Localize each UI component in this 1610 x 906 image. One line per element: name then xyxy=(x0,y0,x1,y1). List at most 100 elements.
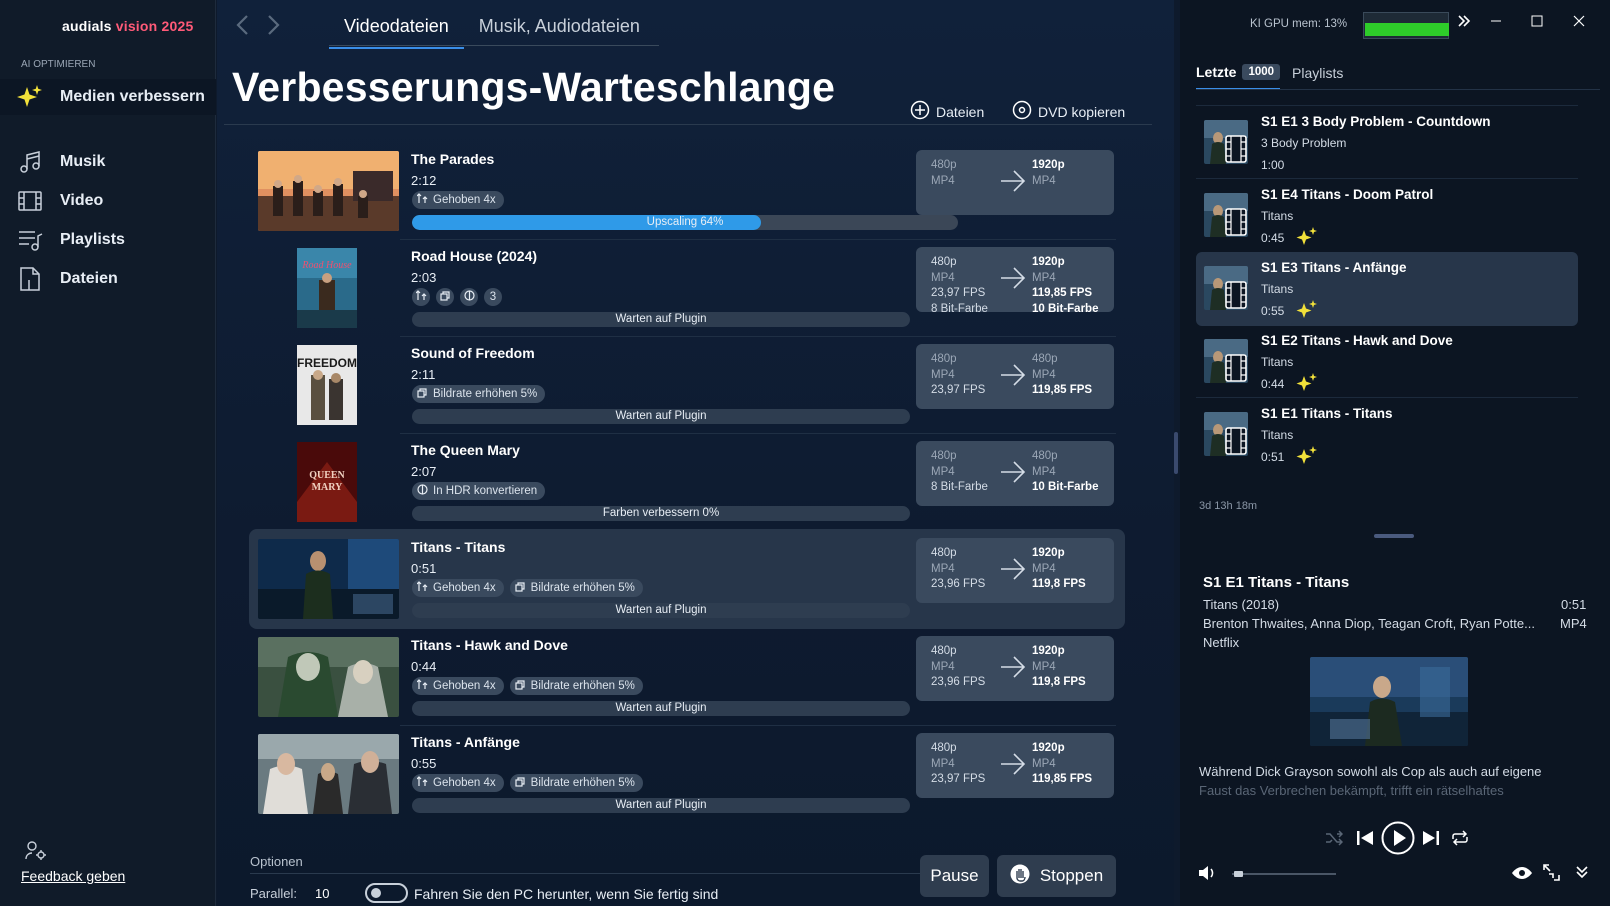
tab-letzte-label: Letzte xyxy=(1196,64,1237,80)
enhancement-chips: Gehoben 4x Bildrate erhöhen 5% xyxy=(412,677,643,695)
history-divider xyxy=(1196,105,1578,106)
conversion-card[interactable]: 480p MP4 23,97 FPS 480p MP4 119,85 FPS xyxy=(916,344,1114,409)
queue-row[interactable]: QUEEN MARY The Queen Mary 2:07 In HDR konver… xyxy=(249,432,1124,532)
video-duration: 0:51 xyxy=(411,561,437,576)
copy-dvd-button[interactable]: DVD kopieren xyxy=(1012,100,1125,123)
sidebar-item-playlists[interactable]: Playlists xyxy=(0,223,216,257)
status-text: Warten auf Plugin xyxy=(615,799,707,811)
maximize-icon[interactable] xyxy=(1531,14,1543,32)
history-item[interactable]: S1 E2 Titans - Hawk and Dove Titans 0:44 xyxy=(1196,325,1578,399)
repeat-icon[interactable] xyxy=(1450,830,1470,851)
sidebar-item-musik[interactable]: Musik xyxy=(0,145,216,179)
feedback-link[interactable]: Feedback geben xyxy=(21,868,125,884)
history-item[interactable]: S1 E4 Titans - Doom Patrol Titans 0:45 xyxy=(1196,179,1578,253)
tab-letzte[interactable]: Letzte 1000 xyxy=(1196,64,1281,90)
pause-button[interactable]: Pause xyxy=(920,855,989,897)
queue-row[interactable]: Road House Road House (2024) 2:03 3 Warten a… xyxy=(249,238,1124,338)
enhancement-chip[interactable]: Gehoben 4x xyxy=(412,774,504,792)
more-count-chip[interactable]: 3 xyxy=(484,288,502,306)
status-text: Upscaling 64% xyxy=(646,216,724,228)
enhancement-chip[interactable]: Bildrate erhöhen 5% xyxy=(509,677,643,695)
stop-label: Stoppen xyxy=(1039,866,1104,885)
history-item[interactable]: S1 E3 Titans - Anfänge Titans 0:55 xyxy=(1196,252,1578,326)
enhancement-chip[interactable]: Gehoben 4x xyxy=(412,579,504,597)
detail-format: MP4 xyxy=(1560,616,1587,631)
conversion-card[interactable]: 480p MP4 23,97 FPS 1920p MP4 119,85 FPS xyxy=(916,733,1114,798)
framerate-chip[interactable] xyxy=(436,288,454,306)
enhancement-chip[interactable]: Gehoben 4x xyxy=(412,677,504,695)
video-thumbnail xyxy=(258,539,399,619)
source-spec: 480p xyxy=(931,742,957,754)
volume-slider[interactable] xyxy=(1232,871,1336,877)
forward-arrow-icon[interactable] xyxy=(267,14,281,41)
close-icon[interactable] xyxy=(1573,14,1585,32)
hdr-chip[interactable] xyxy=(460,288,478,306)
sidebar-item-label: Medien verbessern xyxy=(60,88,205,105)
tab-videodateien[interactable]: Videodateien xyxy=(329,12,464,49)
detail-series-year: Titans (2018) xyxy=(1203,597,1280,612)
source-format: 480p MP4 23,97 FPS 8 Bit-Farbe xyxy=(931,255,988,317)
enhancement-chip[interactable]: Bildrate erhöhen 5% xyxy=(509,579,643,597)
framerate-icon xyxy=(417,387,428,401)
source-spec: 8 Bit-Farbe xyxy=(931,302,988,315)
next-icon[interactable] xyxy=(1422,829,1440,852)
queue-row[interactable]: The Parades 2:12 Gehoben 4x Upscaling 64% 48… xyxy=(249,141,1124,241)
parallel-value[interactable]: 10 xyxy=(315,886,329,901)
queue-row[interactable]: FREEDOM Sound of Freedom 2:11 Bildrate erhö… xyxy=(249,335,1124,435)
tab-playlists[interactable]: Playlists xyxy=(1292,64,1343,90)
eye-icon[interactable] xyxy=(1511,866,1533,885)
options-divider xyxy=(250,873,924,874)
expand-panel-icon[interactable] xyxy=(1457,14,1471,32)
enhancement-chips: Gehoben 4x xyxy=(412,191,504,209)
enhancement-chip[interactable]: Bildrate erhöhen 5% xyxy=(412,385,546,403)
status-text: Farben verbessern 0% xyxy=(602,507,720,519)
history-item[interactable]: S1 E1 3 Body Problem - Countdown 3 Body P… xyxy=(1196,106,1578,180)
conversion-card[interactable]: 480p MP4 23,96 FPS 1920p MP4 119,8 FPS xyxy=(916,636,1114,701)
page-title: Verbesserungs-Warteschlange xyxy=(232,64,836,110)
sidebar-item-video[interactable]: Video xyxy=(0,184,216,218)
conversion-card[interactable]: 480p MP4 1920p MP4 xyxy=(916,150,1114,215)
fullscreen-icon[interactable] xyxy=(1543,864,1560,886)
sparkle-icon xyxy=(1296,300,1318,325)
play-icon[interactable] xyxy=(1381,821,1415,860)
panel-splitter[interactable] xyxy=(1174,432,1178,474)
history-item[interactable]: S1 E1 Titans - Titans Titans 0:51 xyxy=(1196,398,1578,472)
upscale-icon xyxy=(415,290,427,304)
queue-row[interactable]: Titans - Titans 0:51 Gehoben 4x Bildrate er… xyxy=(249,529,1125,629)
stop-button[interactable]: Stoppen xyxy=(997,855,1116,897)
shuffle-icon[interactable] xyxy=(1325,830,1344,851)
add-files-button[interactable]: Dateien xyxy=(910,100,984,123)
resize-handle[interactable] xyxy=(1374,534,1414,538)
back-arrow-icon[interactable] xyxy=(235,14,249,41)
volume-icon[interactable] xyxy=(1198,865,1216,886)
enhancement-chip[interactable]: In HDR konvertieren xyxy=(412,482,546,500)
history-series: Titans xyxy=(1261,282,1294,296)
conversion-card[interactable]: 480p MP4 8 Bit-Farbe 480p MP4 10 Bit-Farbe xyxy=(916,441,1114,506)
source-spec: 23,96 FPS xyxy=(931,578,986,590)
detail-cast: Brenton Thwaites, Anna Diop, Teagan Crof… xyxy=(1203,616,1535,631)
tab-musik-audiodateien[interactable]: Musik, Audiodateien xyxy=(464,12,655,49)
conversion-card[interactable]: 480p MP4 23,97 FPS 8 Bit-Farbe 1920p MP4 119,8… xyxy=(916,247,1114,315)
collapse-icon[interactable] xyxy=(1575,865,1589,884)
enhancement-chip[interactable]: Bildrate erhöhen 5% xyxy=(509,774,643,792)
status-text: Warten auf Plugin xyxy=(615,702,707,714)
upscale-chip[interactable] xyxy=(412,288,430,306)
source-format: 480p MP4 23,96 FPS xyxy=(931,644,985,691)
queue-row[interactable]: Titans - Anfänge 0:55 Gehoben 4x Bildrate e… xyxy=(249,724,1124,824)
count-badge: 1000 xyxy=(1242,64,1281,80)
volume-knob[interactable] xyxy=(1234,871,1244,877)
queue-row[interactable]: Titans - Hawk and Dove 0:44 Gehoben 4x Bild… xyxy=(249,627,1124,727)
conversion-card[interactable]: 480p MP4 23,96 FPS 1920p MP4 119,8 FPS xyxy=(916,538,1114,603)
shutdown-toggle[interactable] xyxy=(365,883,408,903)
sidebar-item-medien-verbessern[interactable]: Medien verbessern xyxy=(0,80,216,114)
toggle-knob xyxy=(371,888,381,898)
target-spec: 1920p xyxy=(1032,645,1065,657)
gpu-meter-fill xyxy=(1365,23,1449,36)
sidebar-item-dateien[interactable]: Dateien xyxy=(0,262,216,296)
previous-icon[interactable] xyxy=(1356,829,1374,852)
video-thumbnail xyxy=(1204,193,1248,237)
minimize-icon[interactable] xyxy=(1490,14,1502,32)
arrow-right-icon xyxy=(1000,267,1026,292)
enhancement-chip[interactable]: Gehoben 4x xyxy=(412,191,504,209)
shutdown-label: Fahren Sie den PC herunter, wenn Sie fer… xyxy=(414,886,719,902)
